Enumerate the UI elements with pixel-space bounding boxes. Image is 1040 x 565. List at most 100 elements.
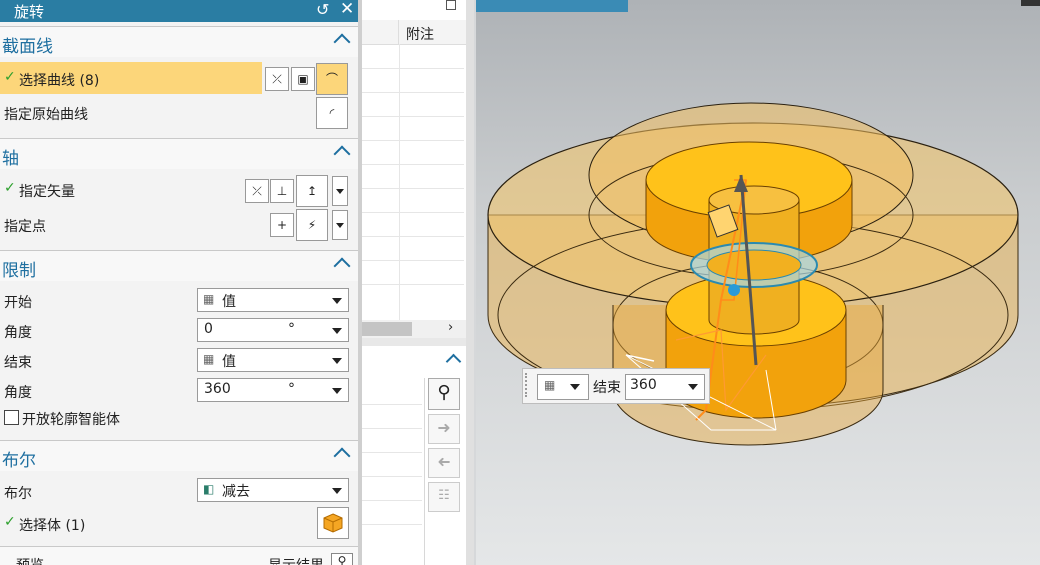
magnifier-icon[interactable]: ⚲ (428, 378, 460, 410)
dialog-title: 旋转 (14, 3, 45, 21)
graphics-viewport[interactable]: ▦ 结束 360 (476, 0, 1040, 565)
list-sort-icon[interactable]: ☷ (428, 482, 460, 512)
select-body-row[interactable]: ✓ 选择体 (1) (0, 508, 358, 538)
start-angle-unit: ° (288, 321, 295, 337)
start-label: 开始 (4, 295, 32, 311)
preview-label: 预览 (16, 555, 44, 565)
start-angle-label: 角度 (4, 325, 32, 341)
grid-line (362, 140, 464, 141)
column-grid-line (399, 44, 400, 320)
point-dialog-icon[interactable]: + (270, 213, 294, 237)
reverse-direction-icon[interactable]: ⤫ (245, 179, 269, 203)
onscreen-end-field[interactable]: 360 (625, 374, 705, 400)
grid-line (362, 452, 422, 453)
chevron-down-icon (336, 189, 344, 194)
boolean-value: 减去 (222, 484, 250, 500)
end-angle-field[interactable]: 360 ° (197, 378, 349, 402)
chevron-up-icon[interactable] (333, 33, 351, 51)
chevron-down-icon (332, 488, 342, 494)
grid-line (362, 404, 422, 405)
start-angle-value: 0 (204, 321, 213, 337)
end-angle-label: 角度 (4, 385, 32, 401)
end-angle-value: 360 (204, 381, 231, 397)
solid-body-icon[interactable] (317, 507, 349, 539)
maximize-icon[interactable] (446, 0, 456, 10)
original-curve-icon[interactable]: ◜ (316, 97, 348, 129)
curve-rule-icon[interactable]: ▣ (291, 67, 315, 91)
chevron-down-icon (570, 384, 580, 390)
deselect-curve-icon[interactable]: ⤫ (265, 67, 289, 91)
open-profile-label: 开放轮廓智能体 (22, 412, 120, 428)
revolve-dialog: 旋转 ↺ ✕ 截面线 ✓ 选择曲线 (8) ⤫ ▣ ⌒ 指定原始曲线 ◜ 轴 ✓… (0, 0, 362, 565)
details-header[interactable] (362, 346, 466, 376)
end-label: 结束 (4, 355, 32, 371)
specify-original-curve-row[interactable]: 指定原始曲线 (0, 97, 358, 127)
onscreen-end-label: 结束 (593, 380, 621, 396)
section-header-boolean[interactable]: 布尔 (0, 440, 358, 471)
grid-line (362, 116, 464, 117)
open-profile-checkbox[interactable] (4, 410, 19, 425)
drag-handle[interactable] (525, 373, 531, 397)
reset-icon[interactable]: ↺ (316, 0, 329, 19)
onscreen-type-select[interactable]: ▦ (537, 374, 589, 400)
start-type-select[interactable]: 值 ▦ (197, 288, 349, 312)
arrow-right-icon[interactable]: ➜ (428, 414, 460, 444)
chevron-up-icon[interactable] (333, 257, 351, 275)
chevron-up-icon[interactable] (445, 353, 462, 370)
close-icon[interactable]: ✕ (340, 0, 354, 19)
value-icon: ▦ (203, 292, 215, 306)
show-result-label: 显示结果 (268, 555, 324, 565)
check-icon: ✓ (4, 180, 16, 196)
dialog-title-bar[interactable]: 旋转 ↺ ✕ (0, 0, 362, 22)
check-icon: ✓ (4, 69, 16, 85)
section-header-preview[interactable]: 预览 显示结果 ⚲ (0, 546, 358, 565)
section-header-limits[interactable]: 限制 (0, 250, 358, 281)
panel-splitter[interactable] (466, 0, 474, 565)
end-type-value: 值 (222, 354, 236, 370)
vector-dialog-icon[interactable]: ⊥ (270, 179, 294, 203)
onscreen-end-value: 360 (630, 377, 657, 393)
section-header-section-curve[interactable]: 截面线 (0, 26, 358, 57)
subtract-icon: ◧ (203, 482, 215, 496)
panel-divider[interactable] (362, 338, 466, 346)
grid-line (362, 68, 464, 69)
chevron-up-icon[interactable] (333, 447, 351, 465)
section-title: 轴 (2, 149, 19, 169)
section-title: 限制 (2, 261, 36, 281)
section-title: 布尔 (2, 451, 36, 471)
chevron-down-icon (688, 384, 698, 390)
grid-line (362, 164, 464, 165)
chevron-down-icon (332, 298, 342, 304)
check-icon: ✓ (4, 514, 16, 530)
grid-line (362, 428, 422, 429)
inferred-vector-icon[interactable]: ↥ (296, 175, 328, 207)
scrollbar-thumb[interactable] (362, 322, 412, 336)
start-type-value: 值 (222, 294, 236, 310)
onscreen-input-box: ▦ 结束 360 (522, 368, 710, 404)
start-angle-field[interactable]: 0 ° (197, 318, 349, 342)
grid-line (362, 92, 464, 93)
column-header-row: 附注 (362, 20, 466, 45)
end-type-select[interactable]: 值 ▦ (197, 348, 349, 372)
sketch-section-icon[interactable]: ⌒ (316, 63, 348, 95)
boolean-select[interactable]: ◧ 减去 (197, 478, 349, 502)
specify-vector-label: 指定矢量 (19, 184, 75, 200)
select-curve-label: 选择曲线 (8) (19, 73, 100, 89)
horizontal-scrollbar[interactable]: › (362, 320, 466, 338)
inferred-point-icon[interactable]: ⚡ (296, 209, 328, 241)
point-dropdown[interactable] (332, 210, 348, 240)
chevron-up-icon[interactable] (333, 145, 351, 163)
specify-point-label: 指定点 (4, 219, 46, 235)
chevron-right-icon[interactable]: › (448, 320, 453, 335)
column-header-notes[interactable]: 附注 (406, 24, 434, 44)
chevron-down-icon (332, 358, 342, 364)
magnifier-icon[interactable]: ⚲ (331, 553, 353, 565)
arrow-left-icon[interactable]: ➜ (428, 448, 460, 478)
grid-line (362, 188, 464, 189)
grid-line (362, 284, 464, 285)
grid-line (362, 260, 464, 261)
column-separator (398, 20, 399, 44)
section-header-axis[interactable]: 轴 (0, 138, 358, 169)
grid-line (362, 476, 422, 477)
vector-dropdown[interactable] (332, 176, 348, 206)
